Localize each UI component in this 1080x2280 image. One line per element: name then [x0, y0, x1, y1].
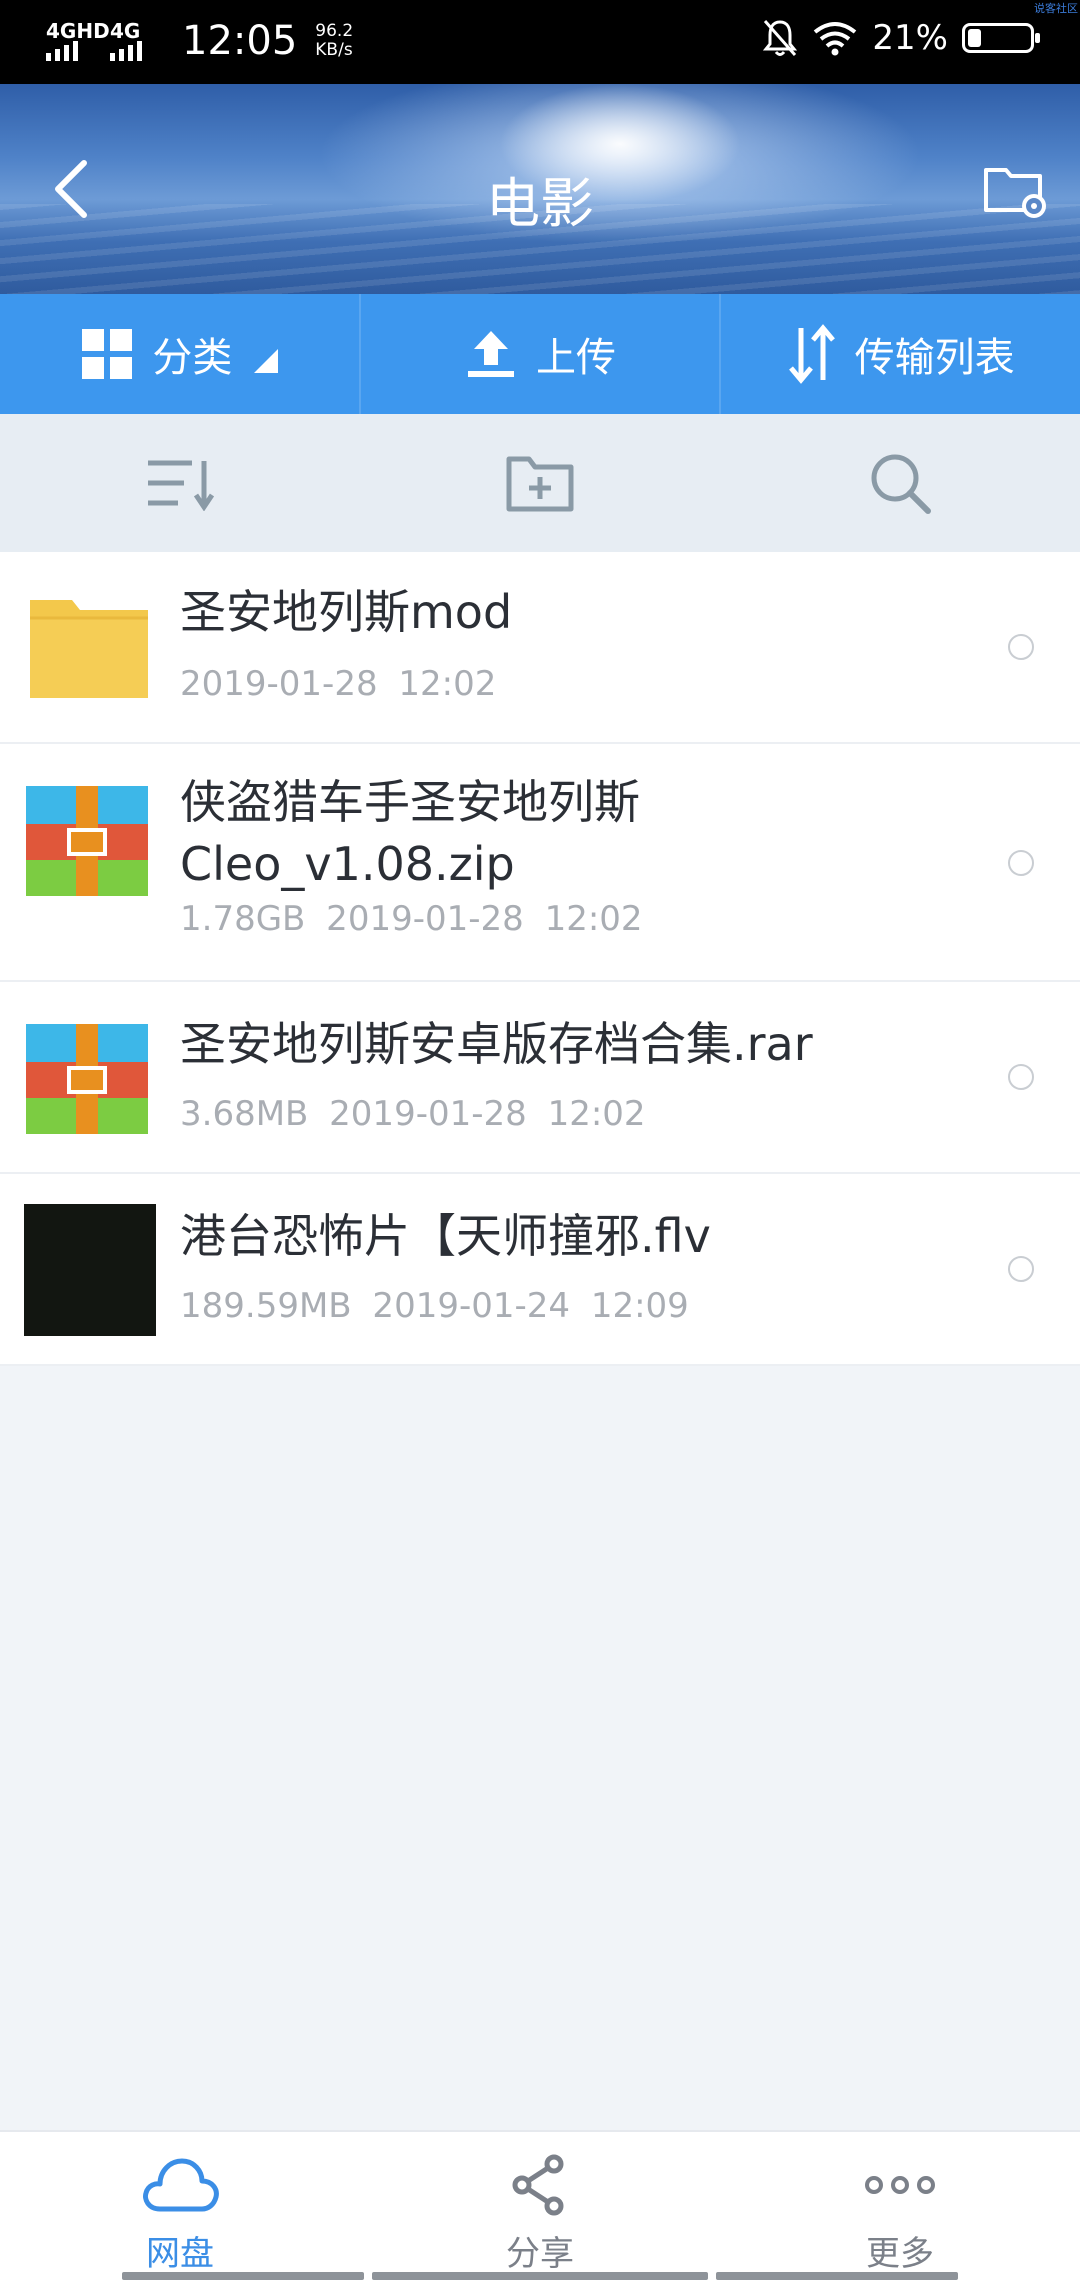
file-meta: 1.78GB 2019-01-28 12:02 [180, 899, 643, 939]
select-radio[interactable] [1008, 1064, 1034, 1090]
network-speed-value: 96.2 [315, 21, 354, 41]
new-folder-button[interactable] [360, 414, 720, 552]
list-item[interactable]: 港台恐怖片【天师撞邪.flv 189.59MB 2019-01-24 12:09 [0, 1174, 1080, 1366]
action-row [0, 414, 1080, 552]
more-dots-icon [865, 2176, 935, 2194]
home-indicator-2 [372, 2272, 708, 2280]
upload-button[interactable]: 上传 [361, 294, 722, 414]
battery-percent: 21% [872, 18, 948, 58]
file-name: 港台恐怖片【天师撞邪.flv [180, 1209, 711, 1263]
page-title: 电影 [486, 172, 594, 235]
video-thumbnail [24, 1204, 156, 1336]
network-type-1: 4GHD [46, 19, 110, 43]
tab-share[interactable]: 分享 [360, 2132, 720, 2280]
top-toolbar: 分类 上传 传输列表 [0, 294, 1080, 414]
bell-off-icon [763, 20, 798, 56]
clock: 12:05 [182, 18, 298, 64]
list-item[interactable]: 圣安地列斯安卓版存档合集.rar 3.68MB 2019-01-28 12:02 [0, 982, 1080, 1174]
category-label: 分类 [152, 335, 233, 381]
tab-more-label: 更多 [866, 2234, 934, 2274]
list-item[interactable]: 侠盗猎车手圣安地列斯 Cleo_v1.08.zip 1.78GB 2019-01… [0, 744, 1080, 982]
tab-share-label: 分享 [506, 2234, 574, 2274]
home-indicator-3 [716, 2272, 958, 2280]
tab-disk-label: 网盘 [146, 2234, 214, 2274]
watermark: 说客社区 [1034, 2, 1078, 15]
status-left: 4GHD 4G 12:05 96.2 KB/s [46, 18, 353, 64]
file-meta: 2019-01-28 12:02 [180, 664, 497, 704]
network-type-2: 4G [110, 19, 141, 43]
home-indicator-1 [122, 2272, 364, 2280]
grid-icon [82, 329, 133, 379]
archive-icon [26, 1024, 148, 1134]
bottom-nav: 网盘 分享 更多 [0, 2130, 1080, 2280]
transfer-list-label: 传输列表 [854, 335, 1015, 381]
folder-icon [30, 600, 148, 698]
search-button[interactable] [720, 414, 1080, 552]
file-name: 圣安地列斯mod [180, 585, 513, 639]
category-button[interactable]: 分类 [0, 294, 361, 414]
file-meta: 189.59MB 2019-01-24 12:09 [180, 1286, 689, 1326]
list-item[interactable]: 圣安地列斯mod 2019-01-28 12:02 [0, 552, 1080, 744]
network-speed-unit: KB/s [315, 40, 353, 60]
select-radio[interactable] [1008, 850, 1034, 876]
folder-gear-icon [984, 168, 1046, 218]
header-banner: 电影 [0, 84, 1080, 294]
tab-disk[interactable]: 网盘 [0, 2132, 360, 2280]
file-list: 圣安地列斯mod 2019-01-28 12:02 侠盗猎车手圣安地列斯 Cle… [0, 552, 1080, 1366]
file-name-line-1: 侠盗猎车手圣安地列斯 [180, 775, 640, 829]
select-radio[interactable] [1008, 1256, 1034, 1282]
signal-icon-1: 4GHD [46, 19, 110, 63]
status-right: 21% [762, 18, 1040, 58]
sort-button[interactable] [0, 414, 360, 552]
archive-icon [26, 786, 148, 896]
status-bar: 4GHD 4G 12:05 96.2 KB/s 21% 说客社区 [0, 0, 1080, 84]
folder-settings-button[interactable] [980, 154, 1050, 224]
upload-label: 上传 [536, 335, 616, 381]
sort-icon [148, 460, 215, 511]
battery-icon [962, 23, 1040, 53]
file-name-line-2: Cleo_v1.08.zip [180, 837, 515, 891]
upload-icon [468, 331, 514, 377]
dropdown-triangle-icon [254, 349, 279, 373]
file-name: 圣安地列斯安卓版存档合集.rar [180, 1017, 813, 1071]
search-icon [871, 454, 931, 514]
share-icon [512, 2154, 564, 2216]
select-radio[interactable] [1008, 634, 1034, 660]
wifi-icon [814, 22, 857, 56]
transfer-list-button[interactable]: 传输列表 [721, 294, 1080, 414]
signal-icon-2: 4G [110, 19, 160, 63]
tab-more[interactable]: 更多 [720, 2132, 1080, 2280]
transfer-arrows-icon [788, 324, 835, 384]
file-meta: 3.68MB 2019-01-28 12:02 [180, 1094, 646, 1134]
cloud-icon [143, 2158, 219, 2212]
network-speed: 96.2 KB/s [315, 22, 353, 60]
folder-add-icon [506, 456, 574, 512]
